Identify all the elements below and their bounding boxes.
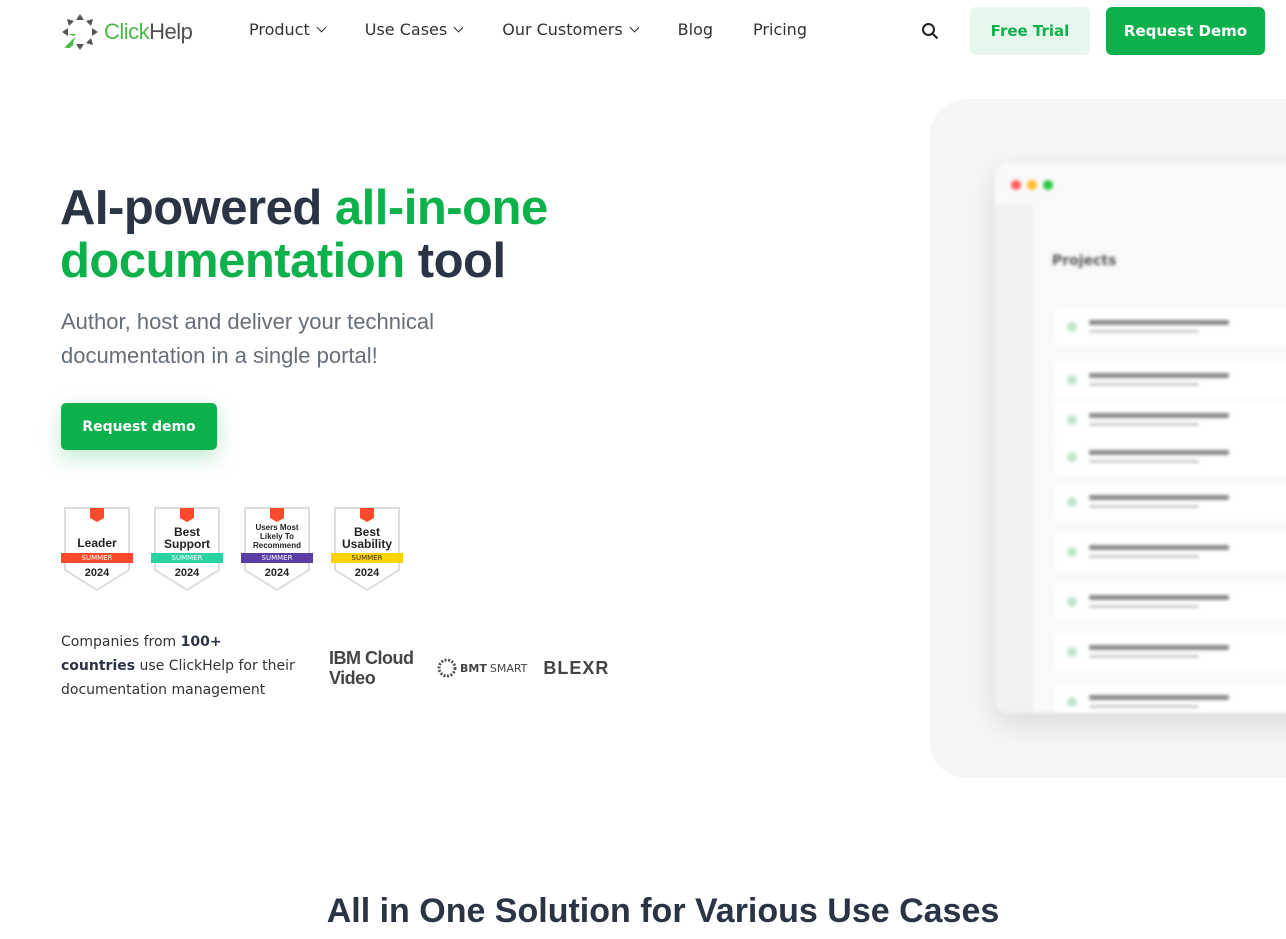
mockup-title: Projects xyxy=(1052,253,1117,269)
mockup-list-item xyxy=(1055,483,1286,521)
ibm-cloud-video-logo: IBM Cloud Video xyxy=(329,648,414,688)
request-demo-button[interactable]: Request Demo xyxy=(1106,7,1265,55)
g2-badge: Best Usability SUMMER 2024 xyxy=(331,506,403,592)
product-mockup-window: Projects xyxy=(995,163,1286,713)
hero-subtitle: Author, host and deliver your technical … xyxy=(61,309,435,368)
chevron-down-icon xyxy=(316,22,327,33)
nav-pricing[interactable]: Pricing xyxy=(753,20,807,39)
customer-logos: IBM Cloud Video BMT SMART BLEXR xyxy=(329,648,609,688)
mockup-list-item xyxy=(1055,308,1286,346)
logo-text: ClickHelp xyxy=(104,19,193,44)
hero-title: AI-powered all-in-one documentation tool xyxy=(60,181,548,288)
search-icon[interactable] xyxy=(921,22,939,40)
free-trial-button[interactable]: Free Trial xyxy=(970,7,1090,55)
companies-text: Companies from 100+ countries use ClickHe… xyxy=(61,634,295,698)
nav-use-cases[interactable]: Use Cases xyxy=(365,20,464,39)
chevron-down-icon xyxy=(629,22,640,33)
nav-blog[interactable]: Blog xyxy=(678,20,713,39)
mockup-list-item xyxy=(1055,633,1286,671)
hero-request-demo-button[interactable]: Request demo xyxy=(61,403,217,450)
clickhelp-logo[interactable]: ClickHelp xyxy=(60,12,193,52)
logo-arrows-icon xyxy=(62,14,98,50)
g2-badges: Leader SUMMER 2024 Best Support SUMMER 2… xyxy=(61,506,403,592)
mockup-list-item xyxy=(1055,401,1286,439)
blexr-logo: BLEXR xyxy=(543,657,610,678)
bmt-smart-logo: BMT SMART xyxy=(437,658,527,678)
mockup-sidebar xyxy=(995,205,1033,713)
mockup-list-item xyxy=(1055,583,1286,621)
nav-our-customers[interactable]: Our Customers xyxy=(502,20,640,39)
main-menu: Product Use Cases Our Customers Blog Pri… xyxy=(249,20,847,39)
chevron-down-icon xyxy=(453,22,464,33)
mockup-list-item xyxy=(1055,533,1286,571)
g2-badge: Users Most Likely To Recommend SUMMER 20… xyxy=(241,506,313,592)
bmt-globe-icon xyxy=(437,658,457,678)
window-controls xyxy=(1011,180,1053,190)
top-nav: ClickHelp Product Use Cases Our Customer… xyxy=(0,0,1286,62)
g2-badge: Leader SUMMER 2024 xyxy=(61,506,133,592)
g2-badge: Best Support SUMMER 2024 xyxy=(151,506,223,592)
nav-product[interactable]: Product xyxy=(249,20,327,39)
mockup-list-item xyxy=(1055,683,1286,713)
section-title: All in One Solution for Various Use Case… xyxy=(326,892,1000,930)
mockup-list-item xyxy=(1055,438,1286,476)
mockup-list-item xyxy=(1055,361,1286,399)
